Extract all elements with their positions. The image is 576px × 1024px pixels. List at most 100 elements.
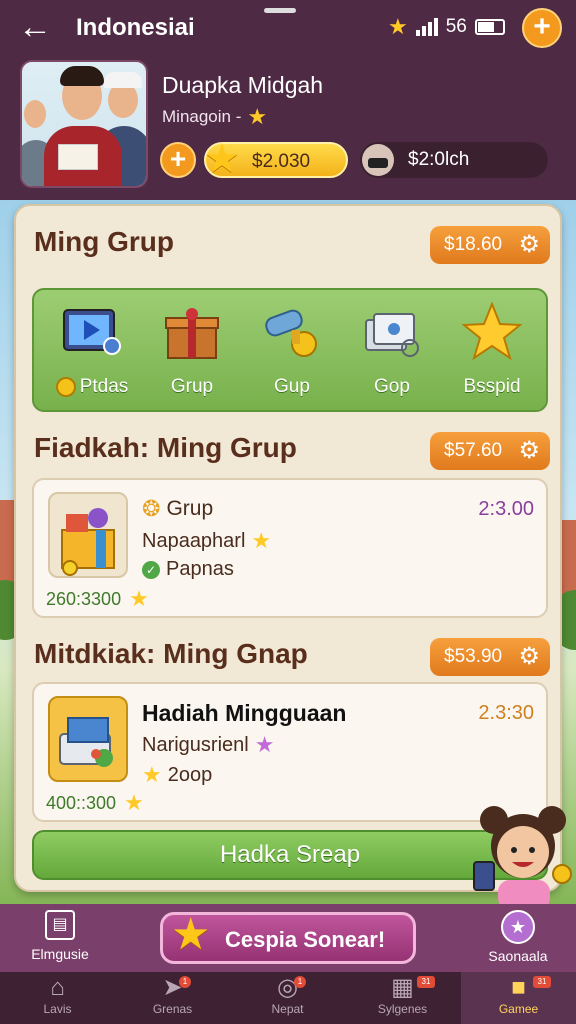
star-icon: ★ [142,762,162,787]
star-icon: ★ [129,586,149,611]
left-action-label: Elmgusie [31,946,89,962]
section-title: Fiadkah: Ming Grup [34,432,297,463]
check-icon: ✓ [142,560,160,579]
status-area: ★ 56 [388,12,505,42]
grid-icon: ▦ 31 [345,972,460,1002]
action-bar: ▤ Elmgusie ★ Cespia Sonear! ★ Saonaala [0,904,576,972]
section-title: Mitdkiak: Ming Gnap [34,638,308,669]
rocket-icon: ➤ 1 [115,972,230,1002]
category-item[interactable]: Bsspid [442,296,542,406]
star-icon: ★ [251,528,272,553]
star-coin-icon: ★ [204,137,240,181]
category-item[interactable]: Grup [142,296,242,406]
tab-label: Grenas [152,1002,193,1016]
category-label: Bsspid [463,376,521,397]
right-action-button[interactable]: ★ Saonaala [476,910,560,970]
masked-avatar-icon [362,144,394,176]
ticket-icon [48,696,128,782]
offer-title: ❂ Grup [142,496,214,521]
category-label: Ptdas [42,376,142,398]
notification-badge: 1 [179,976,191,988]
tab-label: Sylgenes [377,1002,428,1016]
star-icon: ★ [124,790,144,815]
cash-balance-value: $2:0lch [408,149,470,170]
profile-avatar[interactable] [20,60,148,188]
main-action-label: Cespia Sonear! [225,927,386,952]
gear-icon: ⚙ [518,437,540,464]
section-title: Ming Grup [34,226,174,257]
star-icon: ★ [247,104,268,129]
main-panel: Ming Grup $18.60 ⚙ Ptdas Grup Gup Gop Bs… [14,204,562,892]
gift-box-icon [165,308,219,359]
add-coins-button[interactable]: + [160,142,196,178]
coin-balance[interactable]: ★ $2.030 [204,137,348,181]
page-title: Indonesiai [76,14,195,41]
tab-rocket[interactable]: ➤ 1 Grenas [115,972,230,1024]
tab-game[interactable]: ■ 31 Gamee [461,972,576,1024]
offer-detail: ★ 2oop [142,762,213,787]
home-icon: ⌂ [50,974,65,1001]
tab-label: Nepat [271,1002,304,1016]
main-action-button[interactable]: ★ Cespia Sonear! [160,910,416,964]
offer-detail: ✓ Papnas [142,558,234,581]
cards-icon [365,313,419,357]
right-action-label: Saonaala [488,948,548,964]
player-subtitle: Minagoin - ★ [162,104,267,130]
signal-text: 56 [445,16,467,37]
battery-icon [474,19,505,35]
offer-count: 260:3300 ★ [46,586,149,611]
category-item[interactable]: Gup [242,296,342,406]
notification-badge: 31 [533,976,551,988]
coin-balance-value: $2.030 [252,151,311,172]
add-button[interactable]: + [522,8,562,48]
offer-subtitle: Napaapharl ★ [142,528,272,553]
category-item[interactable]: Gop [342,296,442,406]
star-icon: ★ [388,14,408,39]
section-price-button[interactable]: $53.90 ⚙ [430,638,550,676]
star-icon: ★ [171,910,211,959]
coin-icon [55,377,76,397]
category-label: Gup [274,376,310,397]
section-price-button[interactable]: $18.60 ⚙ [430,226,550,264]
category-item[interactable]: Ptdas [42,296,142,406]
back-arrow-icon[interactable]: ← [18,10,58,46]
tab-grid[interactable]: ▦ 31 Sylgenes [345,972,460,1024]
category-label: Gop [374,376,410,397]
section-price-button[interactable]: $57.60 ⚙ [430,432,550,470]
left-action-button[interactable]: ▤ Elmgusie [20,910,100,970]
cash-balance[interactable]: $2:0lch [360,142,548,178]
badge-icon: ❂ [142,496,161,521]
category-row: Ptdas Grup Gup Gop Bsspid [32,288,548,412]
notification-badge: 31 [417,976,435,988]
player-name: Duapka Midgah [162,72,324,98]
tab-target[interactable]: ◎ 1 Nepat [230,972,345,1024]
section-price: $57.60 [444,440,503,461]
scroll-coin-icon [265,309,317,357]
star-badge-icon: ★ [501,910,535,944]
section-price: $18.60 [444,234,503,255]
gold-star-icon [462,302,522,361]
list-icon: ▤ [45,910,75,940]
offer-amount: 2:3.00 [478,498,534,520]
mascot-girl [470,800,576,910]
status-notch [264,8,296,13]
offer-amount: 2.3:30 [478,702,534,724]
target-icon: ◎ 1 [230,972,345,1002]
gift-basket-icon [48,492,128,578]
offer-subtitle: Narigusrienl ★ [142,732,275,757]
section-price: $53.90 [444,646,503,667]
tab-label: Gamee [498,1002,539,1016]
offer-count: 400::300 ★ [46,790,144,815]
tab-bar: ⌂ Lavis ➤ 1 Grenas ◎ 1 Nepat ▦ 31 Sylgenes … [0,972,576,1024]
player-subtitle-text: Minagoin - [162,107,242,126]
gear-icon: ⚙ [518,643,540,670]
offer-title: Hadiah Mingguaan [142,700,347,726]
top-bar: ← Indonesiai ★ 56 + [0,0,576,56]
gear-icon: ⚙ [518,231,540,258]
notification-badge: 1 [294,976,306,988]
profile-header: Duapka Midgah Minagoin - ★ + ★ $2.030 $2… [0,56,576,200]
tab-home[interactable]: ⌂ Lavis [0,972,115,1024]
offer-card[interactable]: ❂ Grup Napaapharl ★ ✓ Papnas 2:3.00 260:… [32,478,548,618]
signal-icon [415,18,438,36]
tab-label: Lavis [43,1002,72,1016]
